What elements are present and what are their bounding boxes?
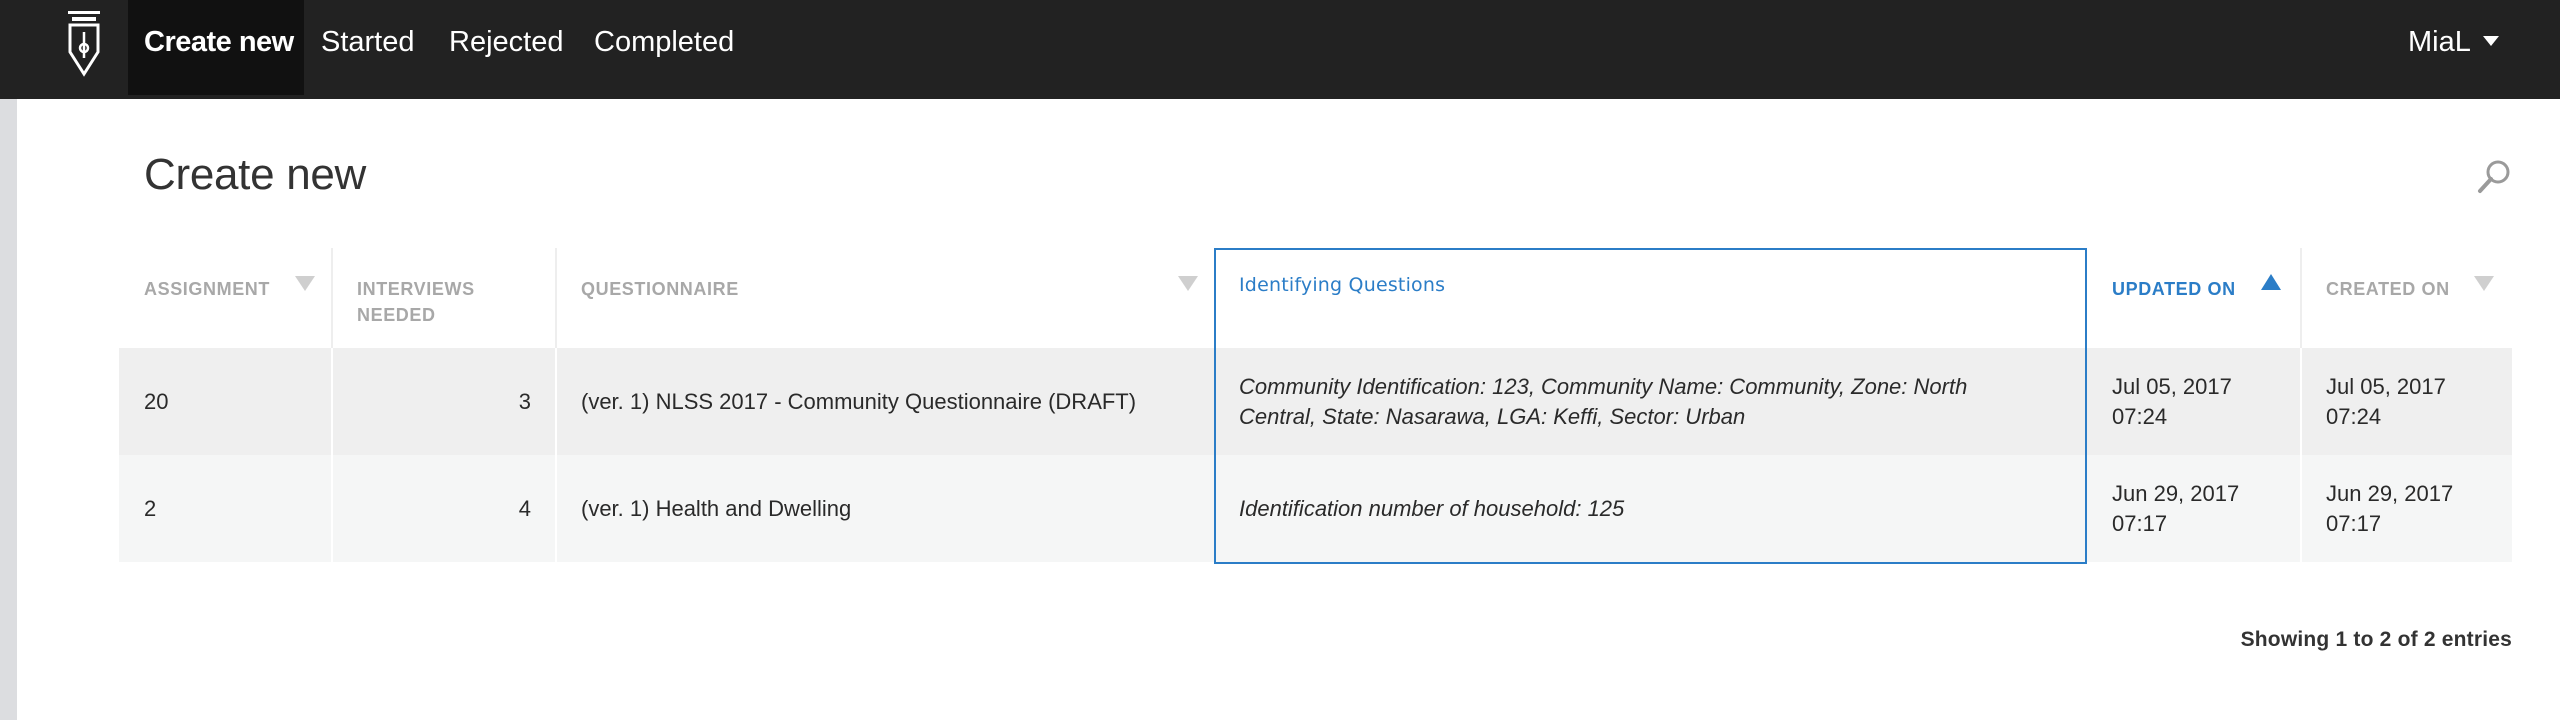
cell-updated-on: Jul 05, 2017 07:24: [2087, 348, 2301, 455]
interviews-needed-value: 3: [518, 389, 531, 414]
top-navbar: Create new Started Rejected Completed Mi…: [0, 0, 2560, 99]
header-divider: [555, 248, 557, 348]
column-header-label: INTERVIEWS NEEDED: [357, 279, 475, 325]
cell-identifying-questions: Identification number of household: 125: [1214, 455, 2087, 562]
sort-unsorted-icon[interactable]: [1178, 276, 1198, 291]
cell-created-on: Jun 29, 2017 07:17: [2301, 455, 2512, 562]
column-header-created-on[interactable]: CREATED ON: [2301, 248, 2512, 348]
table-info: Showing 1 to 2 of 2 entries: [2240, 628, 2512, 651]
cell-questionnaire: (ver. 1) Health and Dwelling: [556, 455, 1214, 562]
column-header-label: UPDATED ON: [2112, 279, 2236, 299]
updated-on-value: Jun 29, 2017 07:17: [2112, 481, 2240, 536]
cell-created-on: Jul 05, 2017 07:24: [2301, 348, 2512, 455]
sort-unsorted-icon[interactable]: [2474, 276, 2494, 291]
cell-interviews-needed: 3: [332, 348, 556, 455]
column-header-identifying-questions: Identifying Questions: [1214, 248, 2087, 348]
questionnaire-value: (ver. 1) NLSS 2017 - Community Questionn…: [581, 389, 1137, 414]
cell-updated-on: Jun 29, 2017 07:17: [2087, 455, 2301, 562]
caret-down-icon: [2482, 36, 2499, 47]
nav-tab-completed[interactable]: Completed: [594, 0, 734, 95]
assignment-value: 2: [144, 496, 157, 521]
cell-interviews-needed: 4: [332, 455, 556, 562]
interviews-needed-value: 4: [518, 496, 531, 521]
column-header-assignment[interactable]: ASSIGNMENT: [119, 248, 332, 348]
header-divider: [331, 248, 333, 348]
questionnaire-value: (ver. 1) Health and Dwelling: [581, 496, 852, 521]
cell-identifying-questions: Community Identification: 123, Community…: [1214, 348, 2087, 455]
column-header-questionnaire[interactable]: QUESTIONNAIRE: [556, 248, 1214, 348]
assignments-table: ASSIGNMENT INTERVIEWS NEEDED QUESTIONNAI…: [119, 248, 2512, 564]
column-header-label: ASSIGNMENT: [144, 279, 271, 299]
sort-ascending-icon[interactable]: [2261, 274, 2281, 290]
identifying-questions-value: Identification number of household: 125: [1239, 496, 1625, 521]
column-header-label: CREATED ON: [2326, 279, 2450, 299]
cell-assignment: 2: [119, 455, 332, 562]
left-rail: [0, 99, 17, 720]
cell-questionnaire: (ver. 1) NLSS 2017 - Community Questionn…: [556, 348, 1214, 455]
search-icon[interactable]: [2477, 158, 2513, 194]
nav-tab-create-new[interactable]: Create new: [128, 0, 304, 95]
user-menu[interactable]: MiaL: [2408, 0, 2499, 84]
created-on-value: Jul 05, 2017 07:24: [2326, 374, 2446, 429]
nav-tab-started[interactable]: Started: [321, 0, 415, 95]
user-name: MiaL: [2408, 26, 2471, 58]
nav-tab-rejected[interactable]: Rejected: [449, 0, 563, 95]
identifying-questions-value: Community Identification: 123, Community…: [1239, 374, 1968, 429]
updated-on-value: Jul 05, 2017 07:24: [2112, 374, 2232, 429]
assignment-value: 20: [144, 389, 169, 414]
header-divider: [2300, 248, 2302, 348]
table-row[interactable]: 20 3 (ver. 1) NLSS 2017 - Community Ques…: [119, 348, 2512, 455]
created-on-value: Jun 29, 2017 07:17: [2326, 481, 2454, 536]
column-header-label: QUESTIONNAIRE: [581, 279, 739, 299]
column-header-interviews-needed: INTERVIEWS NEEDED: [332, 248, 556, 348]
column-header-label: Identifying Questions: [1239, 274, 1446, 296]
pen-nib-logo-icon[interactable]: [64, 8, 104, 80]
column-header-updated-on[interactable]: UPDATED ON: [2087, 248, 2301, 348]
table-row[interactable]: 2 4 (ver. 1) Health and Dwelling Identif…: [119, 455, 2512, 562]
cell-assignment: 20: [119, 348, 332, 455]
page-title: Create new: [144, 150, 367, 199]
sort-unsorted-icon[interactable]: [295, 276, 315, 291]
